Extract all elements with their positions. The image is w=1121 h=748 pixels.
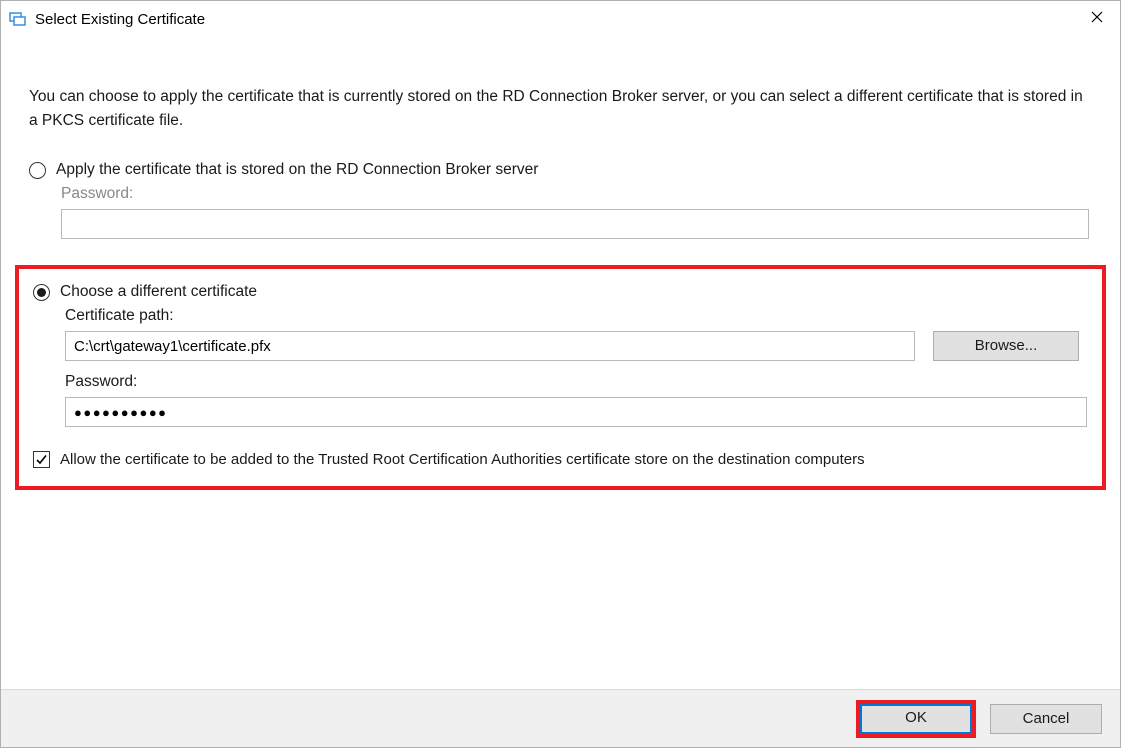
ok-button[interactable]: OK — [860, 704, 972, 734]
dialog-body: You can choose to apply the certificate … — [1, 37, 1120, 689]
intro-text: You can choose to apply the certificate … — [29, 85, 1089, 133]
cancel-button[interactable]: Cancel — [990, 704, 1102, 734]
cert-path-label: Certificate path: — [65, 307, 1092, 325]
radio-option-different[interactable]: Choose a different certificate — [33, 283, 1092, 301]
radio-label-different: Choose a different certificate — [60, 283, 257, 301]
close-button[interactable] — [1074, 1, 1120, 33]
cert-path-input[interactable] — [65, 331, 915, 361]
dialog-footer: OK Cancel — [1, 689, 1120, 747]
trusted-root-checkbox-row[interactable]: Allow the certificate to be added to the… — [33, 451, 1092, 468]
radio-label-broker: Apply the certificate that is stored on … — [56, 161, 538, 179]
password-input-1[interactable] — [61, 209, 1089, 239]
titlebar: Select Existing Certificate — [1, 1, 1120, 37]
browse-button[interactable]: Browse... — [933, 331, 1079, 361]
server-manager-icon — [9, 11, 27, 27]
password-label-1: Password: — [61, 185, 1092, 203]
option2-fields: Certificate path: Browse... Password: — [65, 307, 1092, 427]
trusted-root-label: Allow the certificate to be added to the… — [60, 451, 865, 468]
password-label-2: Password: — [65, 373, 1092, 391]
password-input-2[interactable] — [65, 397, 1087, 427]
dialog-window: Select Existing Certificate You can choo… — [0, 0, 1121, 748]
option1-fields: Password: — [61, 185, 1092, 239]
radio-option-broker[interactable]: Apply the certificate that is stored on … — [29, 161, 1092, 179]
highlighted-section: Choose a different certificate Certifica… — [15, 265, 1106, 490]
checkbox-icon — [33, 451, 50, 468]
path-row: Browse... — [65, 331, 1092, 361]
radio-icon — [29, 162, 46, 179]
radio-icon — [33, 284, 50, 301]
dialog-title: Select Existing Certificate — [35, 11, 1074, 28]
